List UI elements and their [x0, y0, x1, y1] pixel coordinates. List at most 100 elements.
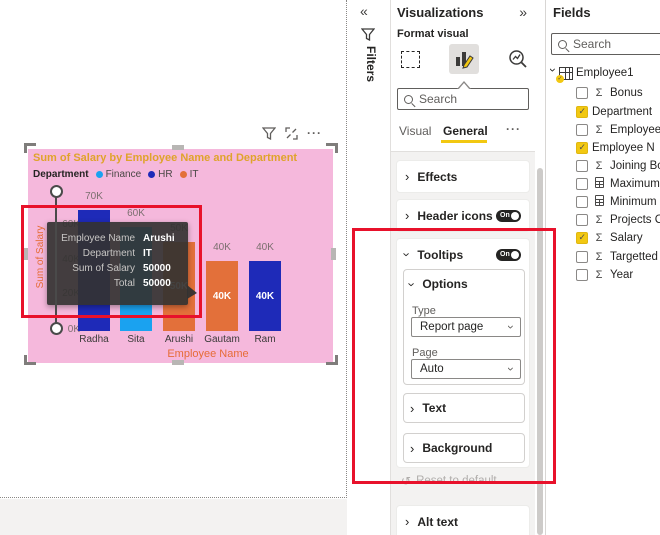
- active-tab-underline: [441, 140, 487, 143]
- visual-hover-toolbar: [262, 126, 322, 140]
- filter-funnel-icon[interactable]: [262, 127, 276, 140]
- analytics-magnifier-icon: [507, 48, 529, 70]
- axis-slider-handle-bottom[interactable]: [50, 322, 63, 335]
- field-checkbox[interactable]: [576, 269, 588, 281]
- resize-handle[interactable]: [172, 145, 184, 150]
- more-options-icon[interactable]: [307, 126, 322, 140]
- axis-slider-handle-top[interactable]: [50, 185, 63, 198]
- resize-handle[interactable]: [23, 248, 28, 260]
- chart-title: Sum of Salary by Employee Name and Depar…: [33, 152, 331, 164]
- field-checkbox-checked[interactable]: [576, 106, 588, 118]
- field-checkbox-checked[interactable]: [576, 232, 588, 244]
- bar-gautam[interactable]: 40K: [206, 261, 238, 331]
- sigma-icon: [592, 269, 606, 281]
- data-label: 40K: [202, 242, 242, 253]
- field-row-year[interactable]: Year: [546, 266, 633, 284]
- field-row-employee-id[interactable]: Employee Id: [546, 121, 660, 139]
- it-color-dot: [180, 171, 187, 178]
- field-checkbox[interactable]: [576, 160, 588, 172]
- field-row-department[interactable]: Department: [546, 103, 652, 121]
- field-row-joining-bonus[interactable]: Joining Bonu: [546, 157, 660, 175]
- chevron-right-icon: [405, 514, 409, 529]
- filters-funnel-icon[interactable]: [361, 28, 375, 46]
- resize-handle[interactable]: [331, 248, 336, 260]
- field-row-salary[interactable]: Salary: [546, 229, 643, 247]
- field-row-projects[interactable]: Projects Cor: [546, 211, 660, 229]
- page-label: Page: [412, 347, 438, 359]
- reset-to-default[interactable]: Reset to default: [401, 474, 497, 488]
- field-checkbox[interactable]: [576, 178, 588, 190]
- filters-pane-label[interactable]: Filters: [364, 46, 378, 82]
- resize-handle[interactable]: [172, 360, 184, 365]
- calculator-icon: [592, 195, 606, 209]
- resize-handle[interactable]: [326, 143, 338, 153]
- tooltip-pointer: [187, 285, 197, 299]
- data-label: 60K: [116, 208, 156, 219]
- reset-icon: [401, 474, 411, 488]
- options-header[interactable]: Options: [404, 270, 524, 298]
- field-checkbox[interactable]: [576, 124, 588, 136]
- toggle-knob: [511, 212, 519, 220]
- fields-pane: Fields Employee1 Bonus Department Employ…: [546, 0, 660, 535]
- tab-general[interactable]: General: [443, 124, 488, 138]
- report-canvas[interactable]: Sum of Salary by Employee Name and Depar…: [0, 0, 347, 498]
- collapse-chevron-icon[interactable]: [360, 3, 368, 19]
- type-label: Type: [412, 305, 436, 317]
- field-row-bonus[interactable]: Bonus: [546, 84, 643, 102]
- tooltips-toggle[interactable]: On: [496, 249, 521, 261]
- search-icon: [558, 40, 567, 49]
- tab-visual[interactable]: Visual: [399, 124, 431, 138]
- axis-slider-track[interactable]: [55, 191, 57, 329]
- resize-handle[interactable]: [24, 143, 36, 153]
- fields-title: Fields: [553, 5, 591, 20]
- legend-item-hr[interactable]: HR: [148, 169, 172, 180]
- tooltips-text-group[interactable]: Text: [403, 393, 525, 423]
- type-dropdown[interactable]: Report page: [411, 317, 521, 337]
- section-header-icons[interactable]: Header icons On: [396, 199, 530, 232]
- build-visual-icon[interactable]: [395, 44, 425, 74]
- sigma-icon: [592, 214, 606, 226]
- sigma-icon: [592, 160, 606, 172]
- legend-item-finance[interactable]: Finance: [96, 169, 142, 180]
- header-icons-toggle[interactable]: On: [496, 210, 521, 222]
- field-checkbox[interactable]: [576, 214, 588, 226]
- format-visual-label: Format visual: [397, 28, 469, 40]
- visualizations-title: Visualizations: [397, 5, 483, 20]
- resize-handle[interactable]: [326, 355, 338, 365]
- tooltips-background-group[interactable]: Background: [403, 433, 525, 463]
- chevron-right-icon: [405, 208, 409, 223]
- format-visual-icon[interactable]: [449, 44, 479, 74]
- field-row-minimum[interactable]: Minimum Pr: [546, 193, 660, 211]
- format-search-input[interactable]: [419, 92, 522, 106]
- field-checkbox[interactable]: [576, 251, 588, 263]
- field-checkbox[interactable]: [576, 196, 588, 208]
- section-alt-text[interactable]: Alt text: [396, 505, 530, 535]
- pane-scrollbar[interactable]: [537, 168, 543, 535]
- search-icon: [404, 95, 413, 104]
- fields-search-box[interactable]: [551, 33, 660, 55]
- resize-handle[interactable]: [24, 355, 36, 365]
- section-effects[interactable]: Effects: [396, 160, 530, 193]
- field-row-targetted[interactable]: Targetted Pr: [546, 248, 660, 266]
- field-checkbox-checked[interactable]: [576, 142, 588, 154]
- bar-ram[interactable]: 40K: [249, 261, 281, 331]
- chevron-right-icon: [410, 401, 414, 416]
- selected-icon-caret: [457, 81, 471, 89]
- chevron-right-icon: [410, 441, 414, 456]
- table-employee1[interactable]: Employee1: [548, 64, 634, 82]
- page-dropdown[interactable]: Auto: [411, 359, 521, 379]
- format-search-box[interactable]: [397, 88, 529, 110]
- field-row-maximum[interactable]: Maximum Pr: [546, 175, 660, 193]
- chevron-right-icon: [405, 169, 409, 184]
- field-checkbox[interactable]: [576, 87, 588, 99]
- format-brush-icon: [453, 48, 475, 70]
- analytics-icon[interactable]: [503, 44, 533, 74]
- tabs-more-icon[interactable]: [506, 122, 521, 136]
- toggle-knob: [511, 251, 519, 259]
- fields-search-input[interactable]: [573, 37, 660, 51]
- expand-chevron-icon[interactable]: [519, 4, 527, 20]
- legend-item-it[interactable]: IT: [180, 169, 199, 180]
- focus-mode-icon[interactable]: [285, 127, 298, 140]
- field-row-employee-name[interactable]: Employee N: [546, 139, 655, 157]
- section-tooltips[interactable]: Tooltips On Options Type Report page Pag…: [396, 238, 530, 468]
